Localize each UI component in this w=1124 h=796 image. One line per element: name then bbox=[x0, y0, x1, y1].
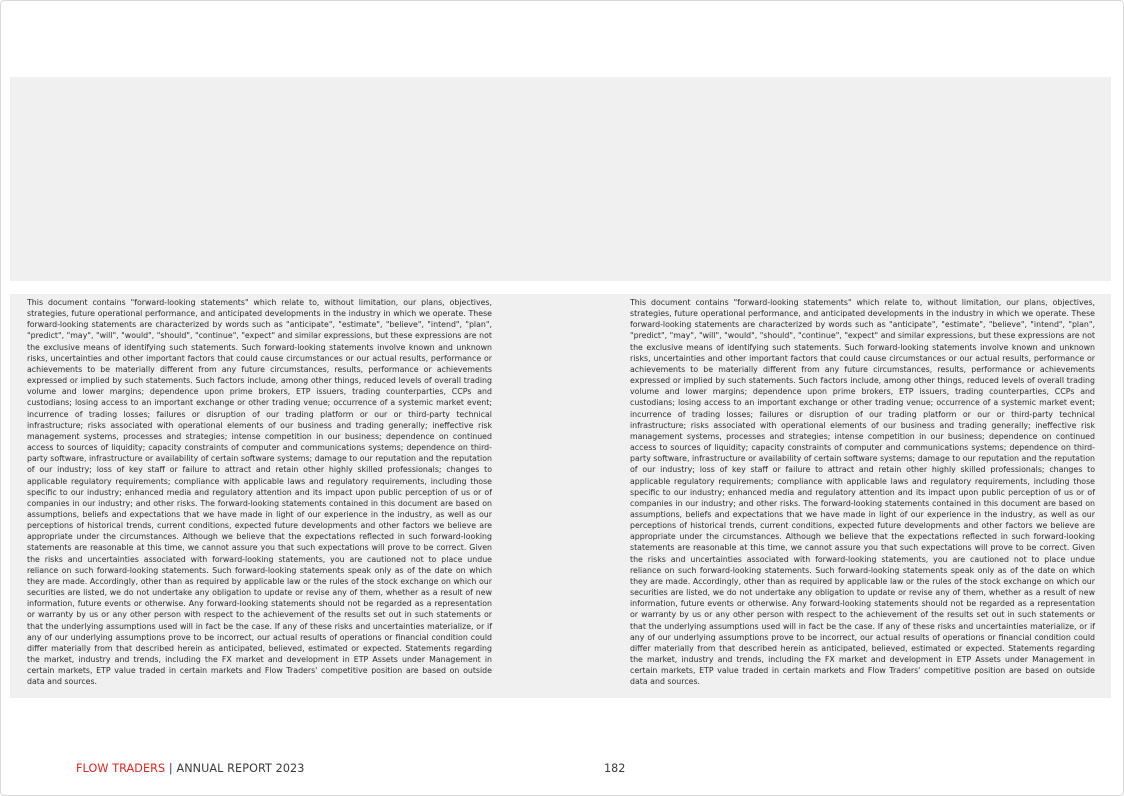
image-placeholder-panel bbox=[10, 77, 1111, 281]
footer-title: FLOW TRADERS | ANNUAL REPORT 2023 bbox=[76, 762, 305, 775]
report-title: ANNUAL REPORT 2023 bbox=[176, 762, 305, 775]
footer-separator: | bbox=[168, 762, 173, 775]
disclaimer-text-right: This document contains "forward-looking … bbox=[630, 298, 1095, 687]
brand-name: FLOW TRADERS bbox=[76, 762, 166, 775]
disclaimer-text-left: This document contains "forward-looking … bbox=[27, 298, 492, 687]
page-number: 182 bbox=[604, 762, 626, 775]
